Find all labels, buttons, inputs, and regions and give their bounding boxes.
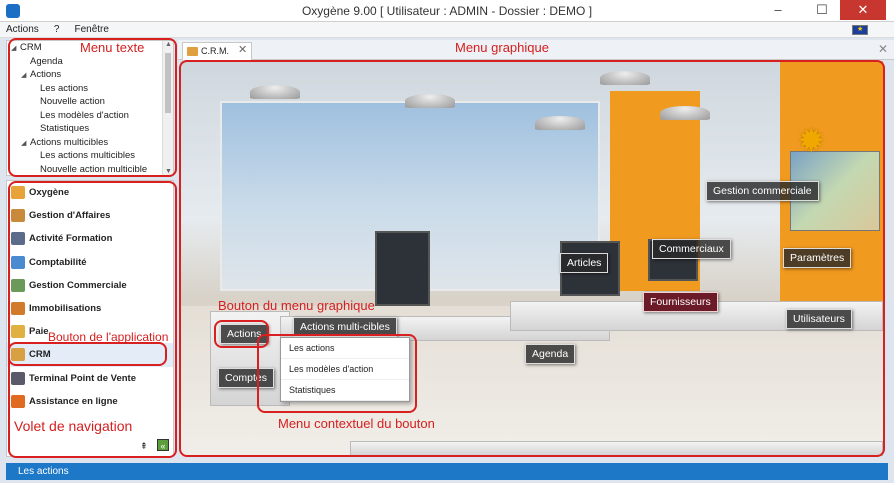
annotation-menu-texte: Menu texte (80, 40, 145, 55)
annotation-menu-graphique: Menu graphique (455, 40, 549, 55)
language-flag-icon[interactable] (852, 25, 868, 35)
annotation-menu-contextuel: Menu contextuel du bouton (278, 416, 435, 431)
menu-actions[interactable]: Actions (0, 22, 45, 37)
close-button[interactable]: ✕ (840, 0, 886, 20)
window-title: Oxygène 9.00 [ Utilisateur : ADMIN - Dos… (301, 4, 593, 18)
annotation-volet-box (8, 181, 177, 458)
crm-tab-icon (187, 47, 198, 56)
annotation-menu-contextuel-box (257, 334, 417, 413)
tab-close-icon[interactable]: ✕ (238, 43, 247, 56)
maximize-button[interactable]: ☐ (808, 0, 836, 20)
minimize-button[interactable]: – (764, 0, 792, 20)
menu-window[interactable]: Fenêtre (68, 22, 114, 37)
title-bar: Oxygène 9.00 [ Utilisateur : ADMIN - Dos… (0, 0, 894, 22)
annotation-bouton-application: Bouton de l'application (48, 330, 169, 344)
menu-help[interactable]: ? (48, 22, 66, 37)
tab-label: C.R.M. (201, 46, 229, 56)
annotation-bouton-application-box (8, 342, 167, 366)
status-text: Les actions (18, 466, 69, 477)
menu-bar: Actions ? Fenêtre (0, 22, 894, 38)
annotation-menu-texte-box (8, 38, 177, 177)
annotation-volet-navigation: Volet de navigation (14, 418, 133, 434)
pane-close-icon[interactable]: ✕ (878, 42, 888, 56)
status-bar: Les actions (6, 463, 888, 480)
annotation-bouton-menu-graphique: Bouton du menu graphique (218, 298, 375, 313)
